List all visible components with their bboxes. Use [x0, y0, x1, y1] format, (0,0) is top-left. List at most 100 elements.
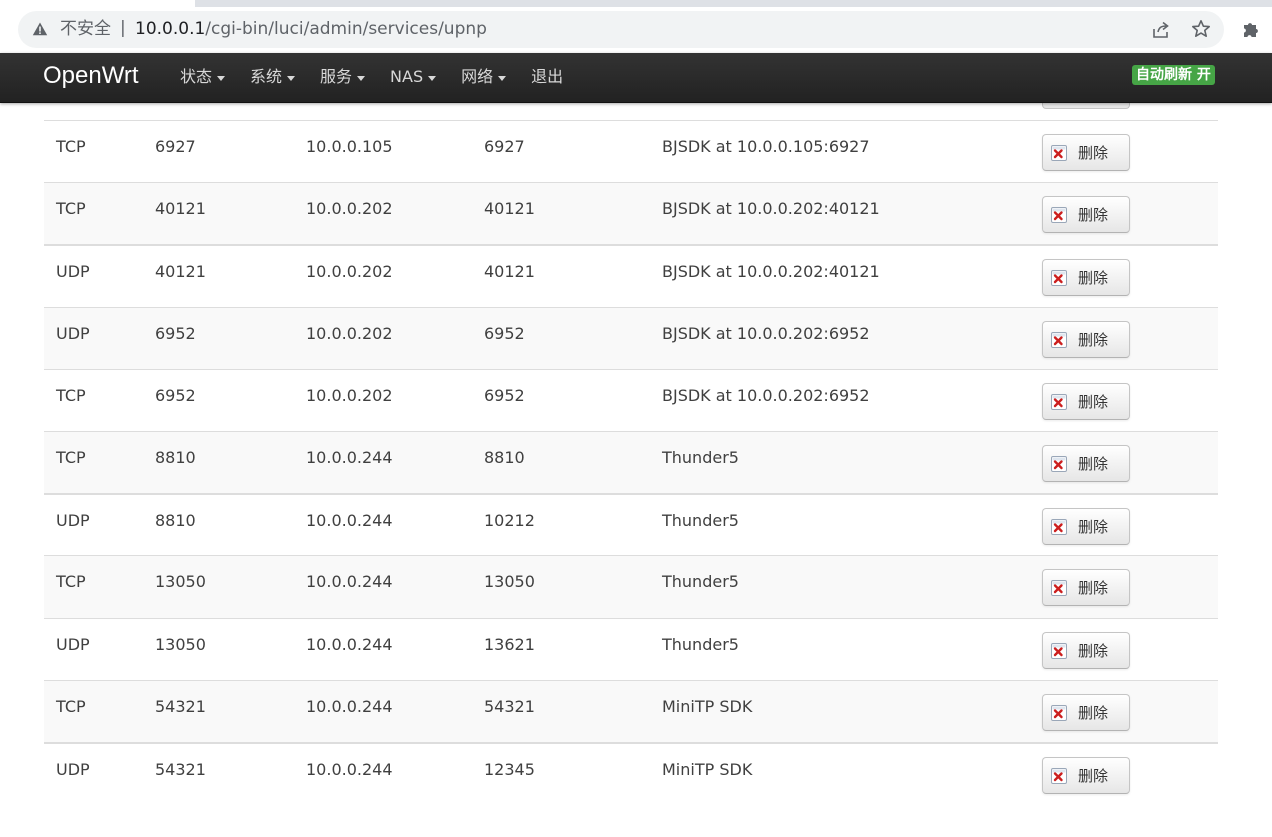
- delete-button-label: 删除: [1078, 269, 1109, 288]
- extensions-puzzle-icon[interactable]: [1240, 19, 1262, 41]
- delete-button-label: 删除: [1078, 641, 1109, 660]
- cell-client-address: 10.0.0.244: [306, 696, 393, 716]
- delete-button[interactable]: 删除: [1042, 196, 1130, 234]
- cell-client-address: 10.0.0.244: [306, 447, 393, 467]
- delete-x-icon: [1051, 519, 1067, 536]
- cell-client-port: 40121: [484, 262, 535, 282]
- menu-system[interactable]: 系统: [250, 67, 296, 87]
- delete-x-icon: [1051, 393, 1067, 410]
- cell-client-address: 10.0.0.244: [306, 572, 393, 592]
- cell-description: BJSDK at 10.0.0.202:6952: [662, 323, 870, 343]
- table-row: TCP 40121 10.0.0.202 40121 BJSDK at 10.0.0.2…: [44, 182, 1218, 245]
- delete-button[interactable]: 删除: [1042, 134, 1130, 171]
- menu-network-label: 网络: [461, 67, 494, 86]
- delete-x-icon: [1051, 331, 1067, 348]
- delete-x-icon: [1051, 580, 1067, 597]
- delete-button[interactable]: 删除: [1042, 693, 1130, 731]
- upnp-redirects-table: TCP 6927 10.0.0.105 6927 BJSDK at 10.0.0.105…: [44, 120, 1218, 805]
- share-icon[interactable]: [1151, 20, 1171, 40]
- cell-description: MiniTP SDK: [662, 696, 753, 716]
- menu-logout[interactable]: 退出: [531, 67, 563, 87]
- delete-button[interactable]: 删除: [1042, 259, 1130, 297]
- cell-client-address: 10.0.0.244: [306, 634, 393, 654]
- delete-button-label: 删除: [1078, 206, 1109, 225]
- caret-down-icon: [498, 75, 507, 81]
- table-row: TCP 6952 10.0.0.202 6952 BJSDK at 10.0.0.202…: [44, 368, 1218, 431]
- delete-x-icon: [1051, 455, 1067, 472]
- delete-button-label: 删除: [1078, 579, 1109, 598]
- cell-description: Thunder5: [662, 447, 739, 467]
- menu-nas-label: NAS: [390, 67, 424, 86]
- table-row: TCP 6927 10.0.0.105 6927 BJSDK at 10.0.0.105…: [44, 120, 1218, 183]
- menu-network[interactable]: 网络: [461, 67, 507, 87]
- bookmark-star-icon[interactable]: [1191, 19, 1211, 39]
- menu-nas[interactable]: NAS: [390, 67, 437, 87]
- cell-protocol: TCP: [56, 385, 86, 405]
- cell-external-port: 8810: [155, 447, 196, 467]
- browser-toolbar: 不安全 | 10.0.0.1/cgi-bin/luci/admin/servic…: [0, 0, 1272, 54]
- delete-x-icon: [1051, 145, 1067, 161]
- cell-description: Thunder5: [662, 572, 739, 592]
- cell-client-address: 10.0.0.244: [306, 511, 393, 531]
- menu-services[interactable]: 服务: [320, 67, 366, 87]
- caret-down-icon: [357, 75, 366, 81]
- table-row: UDP 8810 10.0.0.244 10212 Thunder5 删除: [44, 493, 1218, 556]
- cell-client-address: 10.0.0.244: [306, 759, 393, 779]
- cell-client-address: 10.0.0.202: [306, 323, 393, 343]
- delete-button[interactable]: 删除: [1042, 320, 1130, 358]
- cell-protocol: UDP: [56, 634, 90, 654]
- cell-external-port: 6952: [155, 323, 196, 343]
- delete-button-label: 删除: [1078, 144, 1109, 162]
- cell-client-port: 13621: [484, 634, 535, 654]
- brand-logo[interactable]: OpenWrt: [43, 62, 139, 90]
- table-row: UDP 6952 10.0.0.202 6952 BJSDK at 10.0.0.202…: [44, 306, 1218, 369]
- cell-client-port: 13050: [484, 572, 535, 592]
- cell-protocol: TCP: [56, 696, 86, 716]
- table-row: UDP 40121 10.0.0.202 40121 BJSDK at 10.0.0.2…: [44, 244, 1218, 307]
- cell-external-port: 6952: [155, 385, 196, 405]
- table-row: UDP 54321 10.0.0.244 12345 MiniTP SDK 删除: [44, 741, 1218, 805]
- table-row: TCP 54321 10.0.0.244 54321 MiniTP SDK 删除: [44, 679, 1218, 742]
- menu-services-label: 服务: [320, 67, 353, 86]
- cell-description: BJSDK at 10.0.0.202:6952: [662, 385, 870, 405]
- warning-icon[interactable]: [32, 21, 48, 37]
- cell-description: BJSDK at 10.0.0.202:40121: [662, 262, 880, 282]
- delete-x-icon: [1051, 270, 1067, 287]
- autorefresh-badge[interactable]: 自动刷新 开: [1132, 65, 1215, 85]
- cell-description: Thunder5: [662, 511, 739, 531]
- menu-logout-label: 退出: [531, 67, 564, 86]
- caret-down-icon: [287, 75, 296, 81]
- delete-button[interactable]: 删除: [1042, 756, 1130, 794]
- cell-external-port: 8810: [155, 511, 196, 531]
- cell-client-address: 10.0.0.202: [306, 262, 393, 282]
- cell-protocol: UDP: [56, 759, 90, 779]
- cell-client-port: 10212: [484, 511, 535, 531]
- delete-button[interactable]: 删除: [1042, 631, 1130, 669]
- delete-x-icon: [1051, 767, 1067, 784]
- cell-client-address: 10.0.0.105: [306, 137, 393, 156]
- delete-button-label: 删除: [1078, 766, 1109, 785]
- security-label[interactable]: 不安全: [60, 19, 111, 39]
- delete-button[interactable]: 删除: [1042, 382, 1130, 420]
- cell-external-port: 40121: [155, 262, 206, 282]
- cell-external-port: 13050: [155, 634, 206, 654]
- cell-client-port: 12345: [484, 759, 535, 779]
- menu-status-label: 状态: [180, 67, 213, 86]
- delete-button[interactable]: 删除: [1042, 569, 1130, 607]
- delete-x-icon: [1051, 207, 1067, 224]
- cell-protocol: TCP: [56, 199, 86, 219]
- delete-button[interactable]: 删除: [1042, 444, 1130, 482]
- url-text[interactable]: 10.0.0.1/cgi-bin/luci/admin/services/upn…: [135, 19, 487, 39]
- url-host: 10.0.0.1: [135, 19, 206, 39]
- cell-description: MiniTP SDK: [662, 759, 753, 779]
- openwrt-navbar: OpenWrt 状态 系统 服务 NAS 网络 退出 自动刷新 开: [0, 53, 1272, 103]
- caret-down-icon: [428, 75, 437, 81]
- cell-client-address: 10.0.0.202: [306, 385, 393, 405]
- url-path: /cgi-bin/luci/admin/services/upnp: [205, 19, 487, 39]
- cell-external-port: 13050: [155, 572, 206, 592]
- cell-protocol: UDP: [56, 323, 90, 343]
- cell-client-port: 40121: [484, 199, 535, 219]
- delete-button[interactable]: 删除: [1042, 508, 1130, 546]
- cell-description: Thunder5: [662, 634, 739, 654]
- menu-status[interactable]: 状态: [180, 67, 226, 87]
